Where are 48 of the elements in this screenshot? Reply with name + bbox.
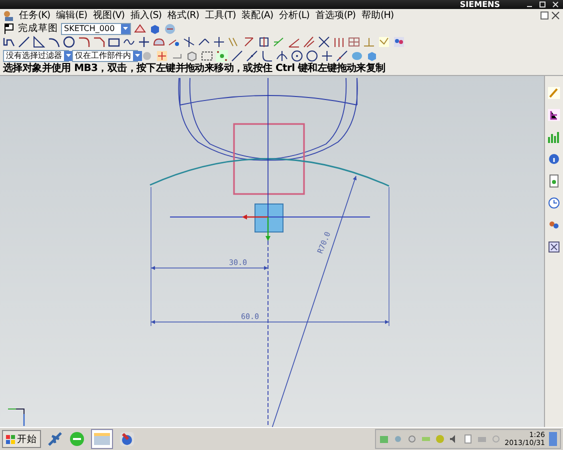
brand-logo-text: SIEMENS (460, 0, 500, 9)
slope-icon[interactable] (303, 36, 315, 48)
menu-item[interactable]: 编辑(E) (54, 10, 90, 22)
select-box-icon[interactable] (201, 50, 213, 62)
menu-item[interactable]: 分析(L) (277, 10, 312, 22)
menu-item[interactable]: 首选项(P) (313, 10, 358, 22)
restore-icon[interactable] (540, 11, 549, 20)
menu-item[interactable]: 格式(R) (165, 10, 201, 22)
arc-icon[interactable] (48, 36, 60, 48)
caret-icon (65, 52, 72, 59)
finish-sketch-label[interactable]: 完成草图 (18, 22, 58, 34)
type-filter-dropdown[interactable]: 没有选择过滤器 (3, 50, 69, 62)
caret-icon (122, 25, 129, 32)
grid-icon[interactable] (348, 36, 360, 48)
circle-icon[interactable] (63, 36, 75, 48)
menu-item[interactable]: 视图(V) (91, 10, 126, 22)
menu-item[interactable]: 任务(K) (17, 10, 52, 22)
origin-handle[interactable] (254, 204, 284, 232)
rectangle-icon[interactable] (108, 36, 120, 48)
angle-icon[interactable] (288, 36, 300, 48)
menu-item[interactable]: 工具(T) (202, 10, 238, 22)
line-end-icon[interactable] (231, 50, 243, 62)
bars-icon[interactable] (333, 36, 345, 48)
page-icon[interactable] (547, 174, 561, 188)
point-icon[interactable] (138, 36, 150, 48)
line-mid-icon[interactable] (246, 50, 258, 62)
maximize-icon[interactable] (539, 1, 546, 8)
clock-icon[interactable] (547, 196, 561, 210)
sketch-name-dropdown[interactable]: SKETCH_000 (61, 22, 131, 34)
sketch-rectangle (233, 123, 305, 195)
mirror-icon[interactable] (243, 36, 255, 48)
flag-icon[interactable] (3, 22, 15, 34)
info-icon[interactable] (547, 152, 561, 166)
triangle-icon[interactable] (33, 36, 45, 48)
caret-icon (134, 52, 141, 59)
point-icon[interactable] (321, 50, 333, 62)
menu-item[interactable]: 帮助(H) (359, 10, 396, 22)
line-icon[interactable] (18, 36, 30, 48)
triad-icon (8, 408, 25, 426)
windows-flag-icon (6, 434, 15, 444)
menu-item[interactable]: 装配(A) (240, 10, 276, 22)
cross-icon[interactable] (318, 36, 330, 48)
menu-item[interactable]: 插入(S) (128, 10, 164, 22)
plane-icon[interactable] (47, 431, 63, 447)
close-icon[interactable] (551, 11, 560, 20)
chamfer-icon[interactable] (93, 36, 105, 48)
fillet-icon[interactable] (78, 36, 90, 48)
start-button[interactable]: 开始 (2, 430, 41, 448)
